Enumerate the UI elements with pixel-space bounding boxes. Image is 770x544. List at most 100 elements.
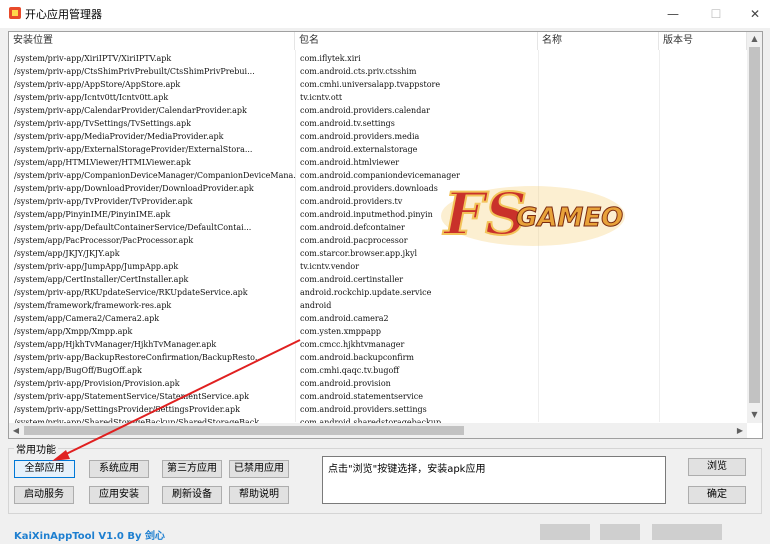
package-name-cell: com.android.certinstaller [300, 275, 404, 284]
vertical-scrollbar[interactable]: ▲ ▼ [747, 32, 762, 423]
table-row[interactable]: /system/priv-app/MediaProvider/MediaProv… [9, 130, 747, 143]
minimize-icon: — [667, 7, 679, 21]
watermark-letters: FS [442, 180, 527, 248]
table-row[interactable]: /system/priv-app/ExternalStorageProvider… [9, 143, 747, 156]
close-button[interactable]: ✕ [736, 0, 770, 28]
horizontal-scroll-thumb[interactable] [24, 426, 464, 435]
install-location-cell: /system/priv-app/Provision/Provision.apk [14, 379, 180, 388]
package-name-cell: com.cmhi.qaqc.tv.bugoff [300, 366, 400, 375]
install-location-cell: /system/priv-app/StatementService/Statem… [14, 392, 249, 401]
install-location-cell: /system/priv-app/TvSettings/TvSettings.a… [14, 119, 191, 128]
table-row[interactable]: /system/priv-app/Provision/Provision.apk… [9, 377, 747, 390]
install-location-cell: /system/priv-app/TvProvider/TvProvider.a… [14, 197, 193, 206]
minimize-button[interactable]: — [654, 0, 692, 28]
package-name-cell: com.android.providers.settings [300, 405, 427, 414]
watermark-logo: FS GAMEO [441, 179, 625, 249]
system-apps-button[interactable]: 系统应用 [89, 460, 149, 478]
install-location-cell: /system/priv-app/JumpApp/JumpApp.apk [14, 262, 179, 271]
app-icon [9, 7, 21, 19]
install-location-cell: /system/priv-app/CompanionDeviceManager/… [14, 171, 295, 180]
horizontal-scrollbar[interactable]: ◀ ▶ [9, 423, 747, 438]
help-button[interactable]: 帮助说明 [229, 486, 289, 504]
install-location-cell: /system/app/Camera2/Camera2.apk [14, 314, 160, 323]
app-list-view[interactable]: 安装位置 包名 名称 版本号 /system/priv-app/XiriIPTV… [8, 31, 763, 439]
package-name-cell: tv.icntv.ott [300, 93, 343, 102]
install-location-cell: /system/priv-app/MediaProvider/MediaProv… [14, 132, 224, 141]
table-row[interactable]: /system/app/CertInstaller/CertInstaller.… [9, 273, 747, 286]
install-location-cell: /system/priv-app/Icntv0tt/Icntv0tt.apk [14, 93, 169, 102]
install-location-cell: /system/priv-app/BackupRestoreConfirmati… [14, 353, 263, 362]
package-name-cell: com.android.camera2 [300, 314, 389, 323]
table-row[interactable]: /system/priv-app/AppStore/AppStore.apk co… [9, 78, 747, 91]
table-row[interactable]: /system/priv-app/Icntv0tt/Icntv0tt.apk tv… [9, 91, 747, 104]
package-name-cell: com.android.tv.settings [300, 119, 395, 128]
refresh-device-button[interactable]: 刷新设备 [162, 486, 222, 504]
vertical-scroll-thumb[interactable] [749, 47, 760, 403]
column-header-install-location[interactable]: 安装位置 [9, 32, 295, 50]
table-row[interactable]: /system/app/PinyinIME/PinyinIME.apk com.a… [9, 208, 747, 221]
group-label: 常用功能 [14, 441, 58, 456]
install-app-button[interactable]: 应用安装 [89, 486, 149, 504]
table-row[interactable]: /system/priv-app/SettingsProvider/Settin… [9, 403, 747, 416]
maximize-button[interactable]: ☐ [697, 0, 735, 28]
install-location-cell: /system/app/PinyinIME/PinyinIME.apk [14, 210, 171, 219]
table-row[interactable]: /system/app/JKJY/JKJY.apk com.starcor.bro… [9, 247, 747, 260]
install-location-cell: /system/app/PacProcessor/PacProcessor.ap… [14, 236, 194, 245]
table-row[interactable]: /system/priv-app/XiriIPTV/XiriIPTV.apk co… [9, 52, 747, 65]
table-row[interactable]: /system/framework/framework-res.apk andro… [9, 299, 747, 312]
table-row[interactable]: /system/app/HjkhTvManager/HjkhTvManager.… [9, 338, 747, 351]
table-row[interactable]: /system/priv-app/DefaultContainerService… [9, 221, 747, 234]
install-location-cell: /system/priv-app/AppStore/AppStore.apk [14, 80, 181, 89]
table-row[interactable]: /system/priv-app/RKUpdateService/RKUpdat… [9, 286, 747, 299]
package-name-cell: com.ysten.xmppapp [300, 327, 382, 336]
all-apps-button[interactable]: 全部应用 [14, 460, 75, 478]
table-row[interactable]: /system/priv-app/CtsShimPrivPrebuilt/Cts… [9, 65, 747, 78]
table-row[interactable]: /system/priv-app/CalendarProvider/Calend… [9, 104, 747, 117]
install-location-cell: /system/app/HTMLViewer/HTMLViewer.apk [14, 158, 191, 167]
column-header-version[interactable]: 版本号 [659, 32, 747, 50]
confirm-button[interactable]: 确定 [688, 486, 746, 504]
disabled-apps-button[interactable]: 已禁用应用 [229, 460, 289, 478]
start-service-button[interactable]: 启动服务 [14, 486, 74, 504]
table-row[interactable]: /system/app/Xmpp/Xmpp.apk com.ysten.xmppa… [9, 325, 747, 338]
table-row[interactable]: /system/app/BugOff/BugOff.apk com.cmhi.qa… [9, 364, 747, 377]
install-location-cell: /system/priv-app/RKUpdateService/RKUpdat… [14, 288, 248, 297]
package-name-cell: com.iflytek.xiri [300, 54, 361, 63]
scroll-right-icon[interactable]: ▶ [733, 423, 747, 438]
column-header-name[interactable]: 名称 [538, 32, 659, 50]
package-name-cell: android.rockchip.update.service [300, 288, 432, 297]
package-name-cell: com.android.externalstorage [300, 145, 418, 154]
column-header-package-name[interactable]: 包名 [295, 32, 538, 50]
table-row[interactable]: /system/priv-app/BackupRestoreConfirmati… [9, 351, 747, 364]
table-row[interactable]: /system/app/HTMLViewer/HTMLViewer.apk com… [9, 156, 747, 169]
install-location-cell: /system/priv-app/SettingsProvider/Settin… [14, 405, 240, 414]
table-row[interactable]: /system/priv-app/StatementService/Statem… [9, 390, 747, 403]
table-row[interactable]: /system/priv-app/CompanionDeviceManager/… [9, 169, 747, 182]
install-location-cell: /system/framework/framework-res.apk [14, 301, 172, 310]
install-location-cell: /system/app/JKJY/JKJY.apk [14, 249, 120, 258]
table-row[interactable]: /system/app/Camera2/Camera2.apk com.andro… [9, 312, 747, 325]
scroll-down-icon[interactable]: ▼ [747, 408, 762, 422]
install-location-cell: /system/priv-app/CalendarProvider/Calend… [14, 106, 247, 115]
third-party-apps-button[interactable]: 第三方应用 [162, 460, 222, 478]
list-rows: /system/priv-app/XiriIPTV/XiriIPTV.apk co… [9, 52, 747, 424]
browse-button[interactable]: 浏览 [688, 458, 746, 476]
message-textbox[interactable]: 点击"浏览"按键选择，安装apk应用 [322, 456, 666, 504]
table-row[interactable]: /system/priv-app/DownloadProvider/Downlo… [9, 182, 747, 195]
install-location-cell: /system/priv-app/DownloadProvider/Downlo… [14, 184, 254, 193]
package-name-cell: android [300, 301, 332, 310]
scroll-up-icon[interactable]: ▲ [747, 32, 762, 46]
package-name-cell: com.android.providers.calendar [300, 106, 430, 115]
maximize-icon: ☐ [710, 7, 722, 21]
table-row[interactable]: /system/priv-app/JumpApp/JumpApp.apk tv.i… [9, 260, 747, 273]
table-row[interactable]: /system/priv-app/TvSettings/TvSettings.a… [9, 117, 747, 130]
install-location-cell: /system/app/HjkhTvManager/HjkhTvManager.… [14, 340, 217, 349]
close-icon: ✕ [749, 7, 761, 21]
scroll-left-icon[interactable]: ◀ [9, 423, 23, 438]
table-row[interactable]: /system/priv-app/TvProvider/TvProvider.a… [9, 195, 747, 208]
blurred-region [540, 524, 590, 540]
blurred-region [652, 524, 722, 540]
install-location-cell: /system/app/Xmpp/Xmpp.apk [14, 327, 133, 336]
install-location-cell: /system/app/BugOff/BugOff.apk [14, 366, 142, 375]
table-row[interactable]: /system/app/PacProcessor/PacProcessor.ap… [9, 234, 747, 247]
